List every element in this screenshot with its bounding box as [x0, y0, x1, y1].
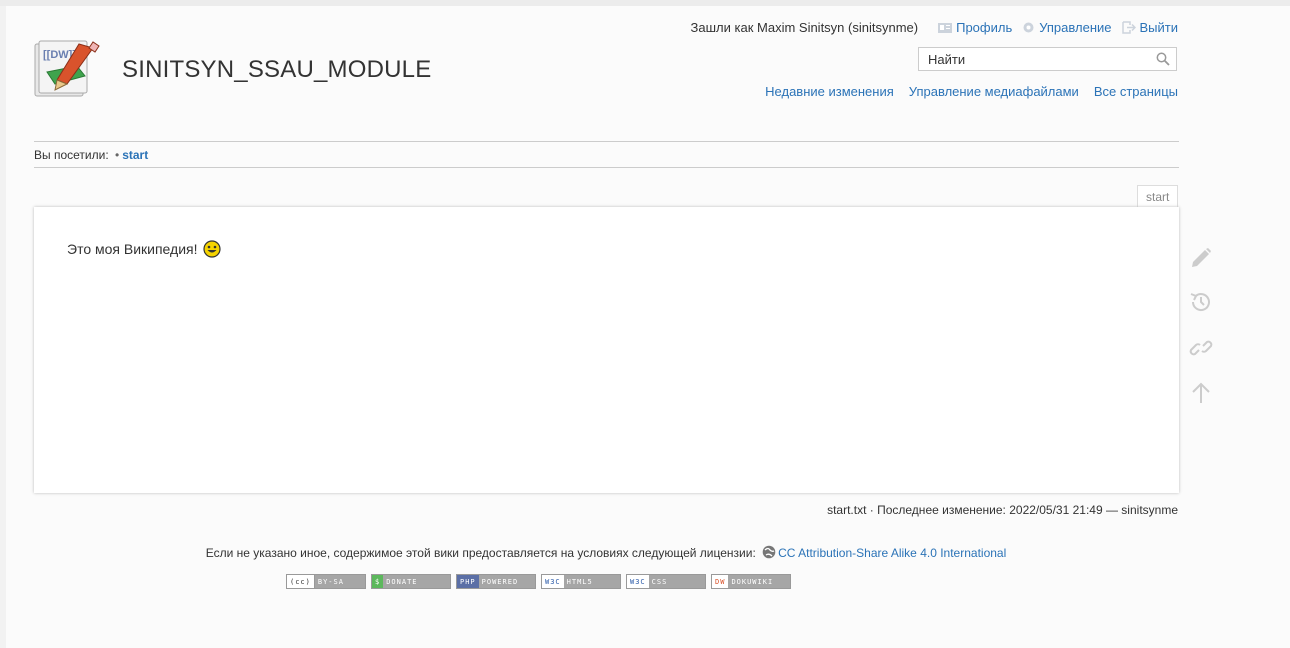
cc-by-sa-badge[interactable]: (cc) BY-SA — [286, 574, 366, 589]
profile-link[interactable]: Профиль — [938, 20, 1012, 35]
logout-icon — [1121, 21, 1136, 34]
css-badge[interactable]: W3C CSS — [626, 574, 706, 589]
profile-label: Профиль — [956, 20, 1013, 35]
license-line: Если не указано иное, содержимое этой ви… — [0, 545, 1212, 560]
breadcrumb-separator: • — [115, 148, 120, 162]
site-title[interactable]: SINITSYN_SSAU_MODULE — [122, 56, 431, 84]
page-id: start — [1137, 185, 1179, 207]
logout-link[interactable]: Выйти — [1121, 20, 1179, 35]
sitemap-link[interactable]: Все страницы — [1094, 84, 1178, 99]
site-tools: Недавние изменения Управление медиафайла… — [765, 84, 1178, 99]
gear-icon — [1023, 22, 1034, 33]
dokuwiki-logo[interactable]: [[DW]] — [33, 38, 109, 98]
search-icon[interactable] — [1156, 52, 1170, 71]
admin-label: Управление — [1039, 20, 1112, 35]
html5-badge[interactable]: W3C HTML5 — [541, 574, 621, 589]
divider — [34, 167, 1179, 168]
breadcrumb: Вы посетили: • start — [34, 148, 148, 162]
divider — [34, 141, 1179, 142]
smiley-icon — [202, 240, 221, 258]
page-content: Это моя Википедия! — [34, 207, 1179, 493]
recent-changes-link[interactable]: Недавние изменения — [765, 84, 894, 99]
license-link[interactable]: CC Attribution-Share Alike 4.0 Internati… — [778, 546, 1006, 560]
admin-link[interactable]: Управление — [1022, 20, 1112, 35]
content-text: Это моя Википедия! — [67, 241, 198, 257]
profile-icon — [938, 22, 953, 33]
media-manager-link[interactable]: Управление медиафайлами — [909, 84, 1079, 99]
license-text: Если не указано иное, содержимое этой ви… — [205, 546, 756, 560]
logged-in-as: Зашли как Maxim Sinitsyn (sinitsynme) — [690, 20, 919, 35]
user-tools: Зашли как Maxim Sinitsyn (sinitsynme) Пр… — [691, 20, 1178, 35]
content-paragraph: Это моя Википедия! — [67, 240, 221, 258]
donate-badge[interactable]: $ DONATE — [371, 574, 451, 589]
footer-badges: (cc) BY-SA $ DONATE PHP POWERED W3C HTML… — [286, 574, 791, 589]
search-box — [918, 47, 1177, 71]
breadcrumb-label: Вы посетили: — [34, 148, 109, 162]
backlinks-icon[interactable] — [1186, 333, 1216, 363]
search-input[interactable] — [926, 51, 1150, 68]
history-icon[interactable] — [1186, 287, 1216, 317]
cc-icon — [762, 545, 776, 559]
back-to-top-icon[interactable] — [1186, 378, 1216, 408]
breadcrumb-item-start[interactable]: start — [122, 148, 148, 162]
logout-label: Выйти — [1139, 20, 1179, 35]
php-powered-badge[interactable]: PHP POWERED — [456, 574, 536, 589]
dokuwiki-badge[interactable]: DW DOKUWIKI — [711, 574, 791, 589]
edit-icon[interactable] — [1186, 243, 1216, 273]
doc-info: start.txt · Последнее изменение: 2022/05… — [827, 503, 1178, 517]
